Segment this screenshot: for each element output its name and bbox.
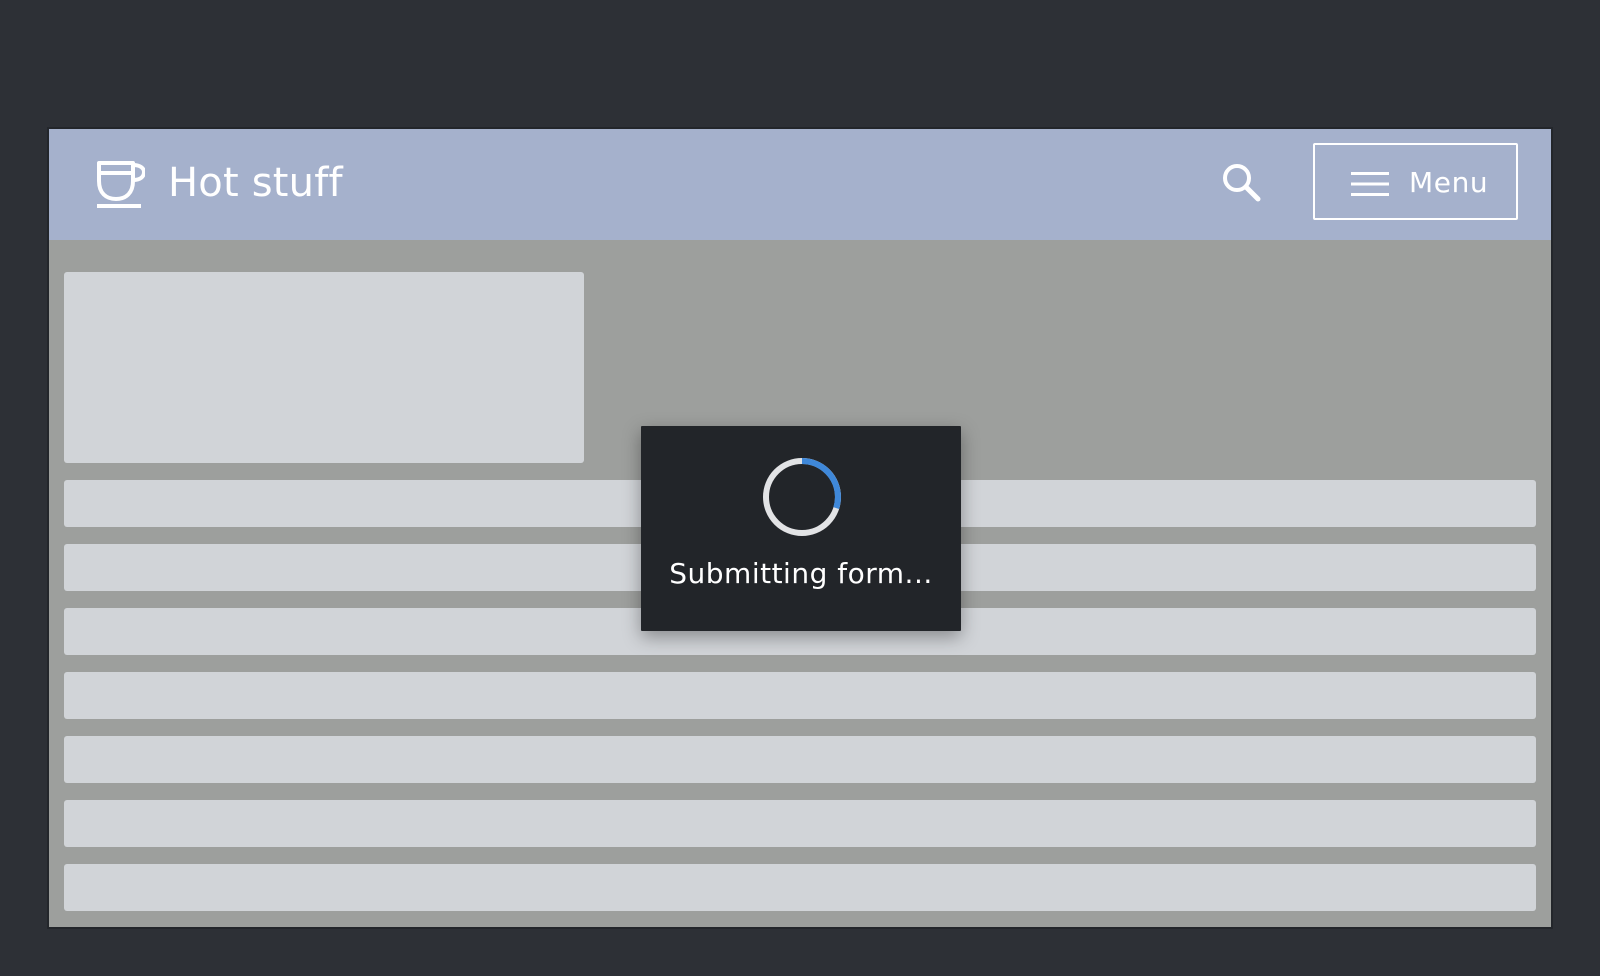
coffee-cup-icon [97, 161, 147, 208]
skeleton-row [64, 800, 1536, 847]
loading-dialog: Submitting form... [641, 426, 961, 631]
hamburger-icon [1351, 172, 1389, 196]
spinner-icon [763, 458, 841, 536]
loading-message: Submitting form... [669, 557, 933, 590]
skeleton-row [64, 736, 1536, 783]
menu-button[interactable]: Menu [1313, 143, 1518, 220]
brand-logo[interactable] [95, 159, 147, 209]
search-button[interactable] [1220, 161, 1264, 205]
skeleton-row [64, 864, 1536, 911]
search-icon [1223, 164, 1261, 202]
menu-label: Menu [1409, 166, 1489, 199]
brand-title[interactable]: Hot stuff [168, 157, 343, 209]
skeleton-hero-placeholder [64, 272, 584, 463]
site-header: Hot stuff Menu [49, 129, 1551, 240]
skeleton-row [64, 672, 1536, 719]
